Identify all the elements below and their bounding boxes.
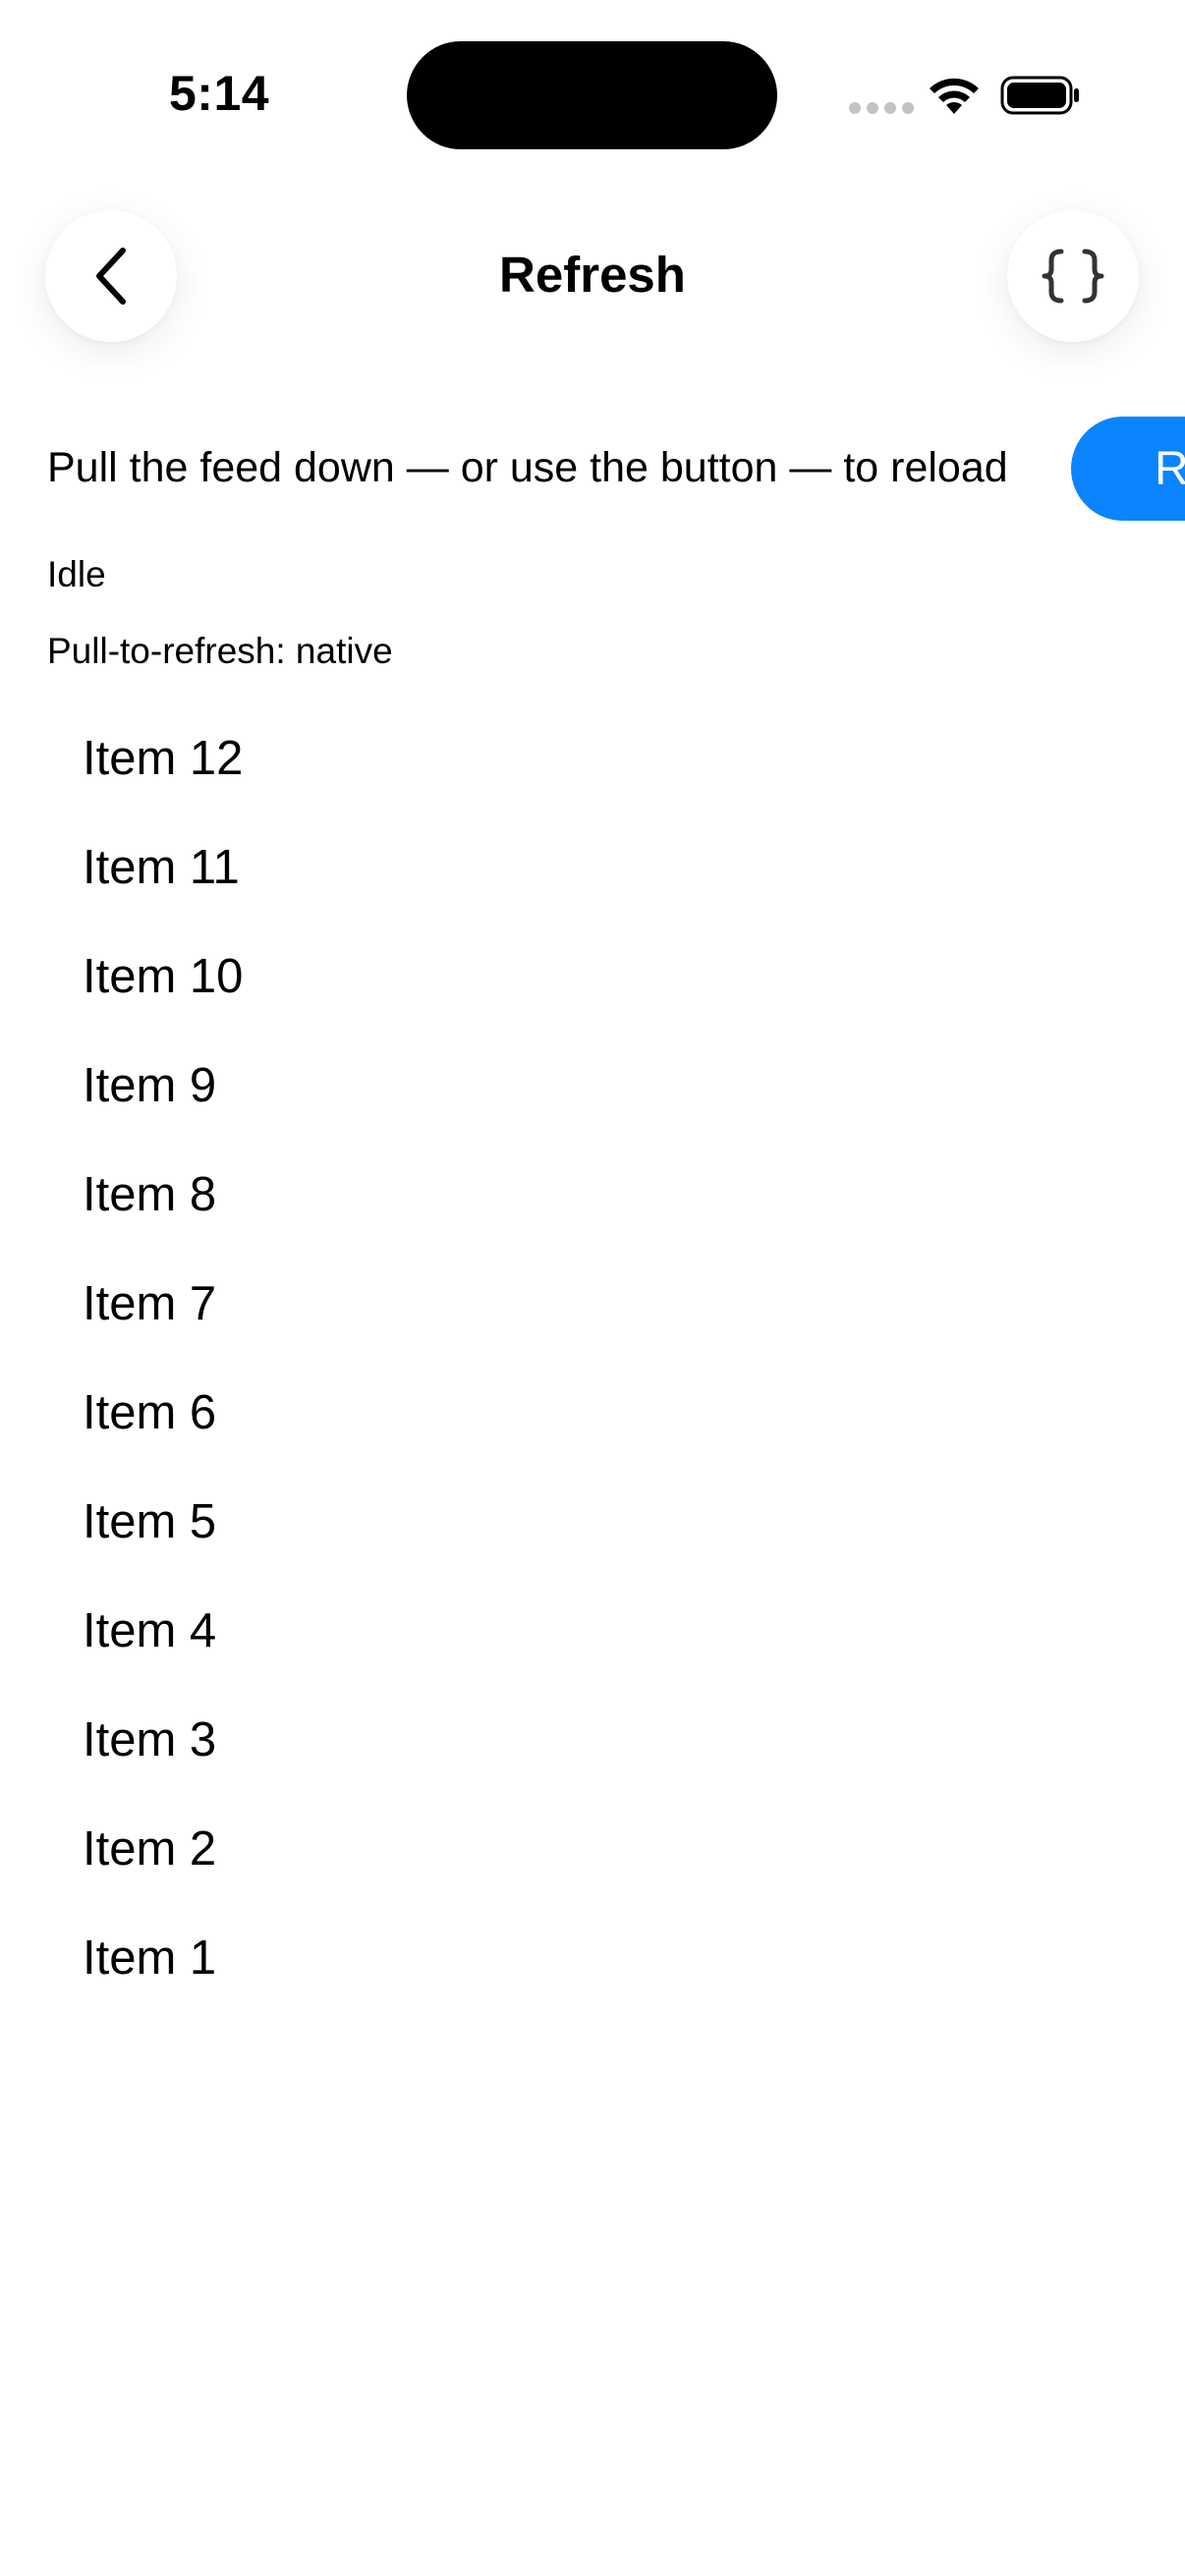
list-item[interactable]: Item 5 — [0, 1468, 1185, 1577]
pull-to-refresh-mode: Pull-to-refresh: native — [47, 631, 393, 671]
list-item[interactable]: Item 12 — [0, 704, 1185, 813]
battery-icon — [1000, 76, 1079, 115]
intro-row: Pull the feed down — or use the button —… — [47, 417, 1185, 523]
wifi-icon — [930, 78, 979, 114]
status-time: 5:14 — [169, 66, 270, 121]
view-source-button[interactable] — [1007, 210, 1139, 342]
screen: 5:14 Refresh Pull the feed down — or use… — [0, 0, 1185, 2576]
list-item[interactable]: Item 9 — [0, 1032, 1185, 1141]
list-item[interactable]: Item 11 — [0, 813, 1185, 923]
curly-braces-icon — [1042, 249, 1104, 304]
intro-text: Pull the feed down — or use the button —… — [47, 444, 1008, 491]
list-item[interactable]: Item 3 — [0, 1686, 1185, 1795]
refresh-button[interactable]: Refresh — [1071, 417, 1185, 521]
list-item[interactable]: Item 1 — [0, 1904, 1185, 2013]
list-item[interactable]: Item 10 — [0, 923, 1185, 1032]
cellular-signal-icon — [849, 102, 914, 114]
list-item[interactable]: Item 8 — [0, 1141, 1185, 1250]
list-item[interactable]: Item 7 — [0, 1250, 1185, 1359]
list-item[interactable]: Item 4 — [0, 1577, 1185, 1686]
list-item[interactable]: Item 6 — [0, 1359, 1185, 1468]
refresh-status: Idle — [47, 554, 106, 594]
dynamic-island — [407, 41, 777, 149]
feed-list[interactable]: Item 12 Item 11 Item 10 Item 9 Item 8 It… — [0, 704, 1185, 2013]
list-item[interactable]: Item 2 — [0, 1795, 1185, 1904]
